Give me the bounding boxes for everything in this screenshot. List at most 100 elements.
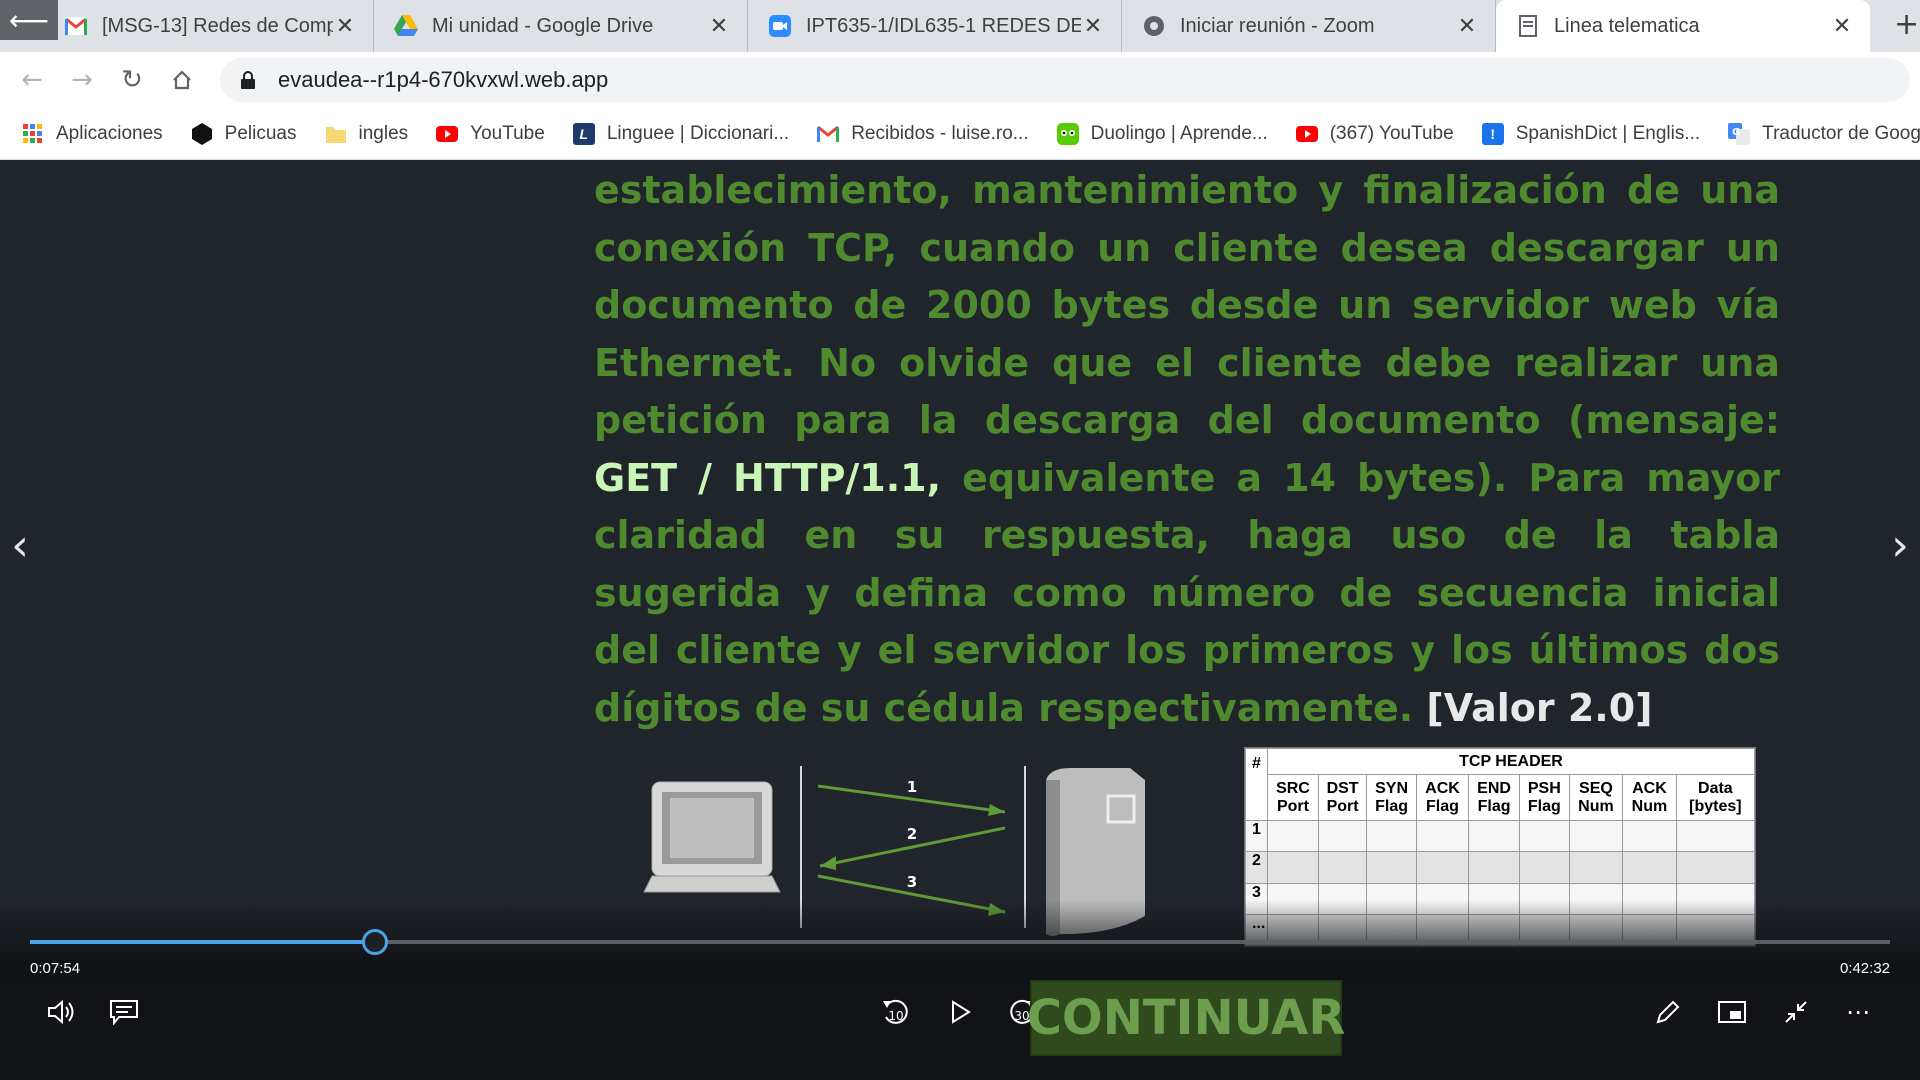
bookmark-label: Duolingo | Aprende...	[1090, 122, 1268, 144]
tab-title: IPT635-1/IDL635-1 REDES DE CO	[806, 14, 1081, 37]
youtube-icon	[1295, 123, 1318, 145]
address-bar[interactable]: evaudea--r1p4-670kvxwl.web.app	[220, 58, 1910, 102]
bookmark-label: Linguee | Diccionari...	[606, 122, 790, 144]
tab-title: Mi unidad - Google Drive	[432, 14, 654, 37]
lock-icon	[240, 70, 260, 90]
progress-fill	[30, 940, 376, 944]
col-header-ack-flag: ACK Flag	[1415, 774, 1470, 821]
captions-icon[interactable]	[104, 992, 144, 1032]
col-header-syn-flag: SYN Flag	[1366, 774, 1417, 821]
bookmark-label: YouTube	[470, 122, 545, 144]
current-time: 0:07:54	[30, 960, 81, 977]
tab-ipt635[interactable]: IPT635-1/IDL635-1 REDES DE CO ✕	[748, 0, 1122, 52]
browser-toolbar: ← → ↻ evaudea--r1p4-670kvxwl.web.app	[0, 52, 1920, 108]
apps-grid-icon	[22, 123, 44, 145]
player-controls-background	[0, 900, 1920, 1080]
question-highlight: GET / HTTP/1.1,	[594, 455, 942, 500]
question-text-part1: establecimiento, mantenimiento y finaliz…	[594, 168, 1780, 442]
previous-slide-icon[interactable]: ‹	[0, 515, 40, 575]
rewind-label: 10	[888, 1009, 903, 1023]
bookmark-linguee[interactable]: L Linguee | Diccionari...	[572, 122, 790, 145]
bookmark-traductor[interactable]: G Traductor de Google	[1728, 122, 1920, 145]
close-icon[interactable]: ✕	[1455, 13, 1479, 38]
new-tab-icon[interactable]: +	[1894, 10, 1920, 40]
bookmark-pelicuas[interactable]: Pelicuas	[191, 122, 297, 145]
next-slide-icon[interactable]: ›	[1880, 515, 1920, 575]
bookmark-aplicaciones[interactable]: Aplicaciones	[22, 123, 163, 145]
svg-text:G: G	[1732, 127, 1740, 138]
bookmark-spanishdict[interactable]: ! SpanishDict | Englis...	[1481, 122, 1701, 145]
close-icon[interactable]: ✕	[333, 13, 357, 38]
close-icon[interactable]: ✕	[1830, 13, 1854, 38]
arrow-2-label: 2	[907, 825, 917, 843]
col-header-dst-port: DST Port	[1317, 774, 1368, 821]
slide-question-text: establecimiento, mantenimiento y finaliz…	[594, 162, 1780, 737]
linguee-icon: L	[572, 122, 595, 145]
back-icon[interactable]: ←	[14, 62, 50, 98]
browser-tab-strip: [MSG-13] Redes de Computadora ✕ Mi unida…	[0, 0, 1920, 52]
handshake-arrows: 1 2 3	[817, 778, 1006, 916]
col-header-seq-num: SEQ Num	[1568, 774, 1624, 821]
bookmark-duolingo[interactable]: Duolingo | Aprende...	[1056, 122, 1268, 145]
bookmarks-bar: Aplicaciones Pelicuas ingles YouTube L L…	[0, 108, 1920, 160]
url-text: evaudea--r1p4-670kvxwl.web.app	[278, 67, 609, 92]
volume-icon[interactable]	[42, 992, 82, 1032]
col-header-src-port: SRC Port	[1267, 774, 1319, 821]
arrow-2-head	[820, 856, 836, 870]
forward-icon[interactable]: →	[64, 62, 100, 98]
tab-google-drive[interactable]: Mi unidad - Google Drive ✕	[374, 0, 748, 52]
table-row: 2	[1245, 851, 1756, 884]
bookmark-youtube[interactable]: YouTube	[436, 123, 545, 145]
tab-zoom-meeting[interactable]: Iniciar reunión - Zoom ✕	[1122, 0, 1496, 52]
tab-title: Linea telematica	[1554, 14, 1700, 37]
reload-icon[interactable]: ↻	[114, 62, 150, 98]
bookmark-recibidos[interactable]: Recibidos - luise.ro...	[817, 123, 1029, 145]
duolingo-icon	[1056, 122, 1079, 145]
google-translate-icon: G	[1728, 122, 1751, 145]
laptop-icon	[643, 781, 781, 893]
close-icon[interactable]: ✕	[1081, 13, 1105, 38]
globe-icon	[1142, 14, 1166, 38]
bookmark-youtube-367[interactable]: (367) YouTube	[1295, 122, 1454, 145]
question-value: [Valor 2.0]	[1426, 685, 1653, 730]
table-column-headers: SRC Port DST Port SYN Flag ACK Flag END Flag …	[1246, 774, 1756, 821]
home-icon[interactable]	[164, 62, 200, 98]
col-header-psh-flag: PSH Flag	[1519, 774, 1570, 821]
document-icon	[1516, 14, 1540, 38]
table-row: 1	[1245, 819, 1756, 853]
bookmark-ingles[interactable]: ingles	[325, 122, 409, 145]
bookmark-label: Pelicuas	[224, 122, 297, 144]
bookmark-label: Aplicaciones	[56, 122, 163, 144]
folder-icon	[325, 123, 347, 145]
bookmark-label: (367) YouTube	[1329, 122, 1454, 144]
picture-in-picture-icon[interactable]	[1712, 992, 1752, 1032]
arrow-1-label: 1	[907, 778, 917, 796]
spanishdict-icon: !	[1481, 122, 1504, 145]
table-hash-header: #	[1245, 748, 1268, 821]
close-icon[interactable]: ✕	[707, 13, 731, 38]
col-header-ack-num: ACK Num	[1622, 774, 1677, 821]
back-arrow-icon[interactable]: ⟵	[0, 0, 58, 40]
arrow-3-label: 3	[907, 873, 917, 891]
arrow-1-head	[988, 804, 1005, 816]
rewind-10-icon[interactable]: 10	[876, 992, 916, 1032]
table-title: TCP HEADER	[1267, 748, 1755, 775]
continue-button[interactable]: CONTINUAR	[1027, 980, 1345, 1056]
gmail-icon	[64, 14, 88, 38]
zoom-icon	[768, 14, 792, 38]
play-icon[interactable]	[940, 992, 980, 1032]
youtube-icon	[436, 123, 459, 145]
google-drive-icon	[394, 14, 418, 38]
hexagon-logo-icon	[191, 122, 213, 145]
tab-linea-telematica[interactable]: Linea telematica ✕	[1496, 0, 1870, 52]
bookmark-label: ingles	[358, 122, 409, 144]
progress-bar[interactable]	[30, 929, 1890, 955]
col-header-data-bytes: Data [bytes]	[1675, 774, 1756, 821]
row-number: 1	[1245, 819, 1268, 853]
exit-fullscreen-icon[interactable]	[1776, 992, 1816, 1032]
total-time: 0:42:32	[1839, 960, 1890, 977]
presentation-viewer: establecimiento, mantenimiento y finaliz…	[0, 160, 1920, 1080]
bookmark-label: SpanishDict | Englis...	[1515, 122, 1701, 144]
pen-icon[interactable]	[1648, 992, 1688, 1032]
more-options-icon[interactable]: ⋯	[1838, 992, 1878, 1032]
